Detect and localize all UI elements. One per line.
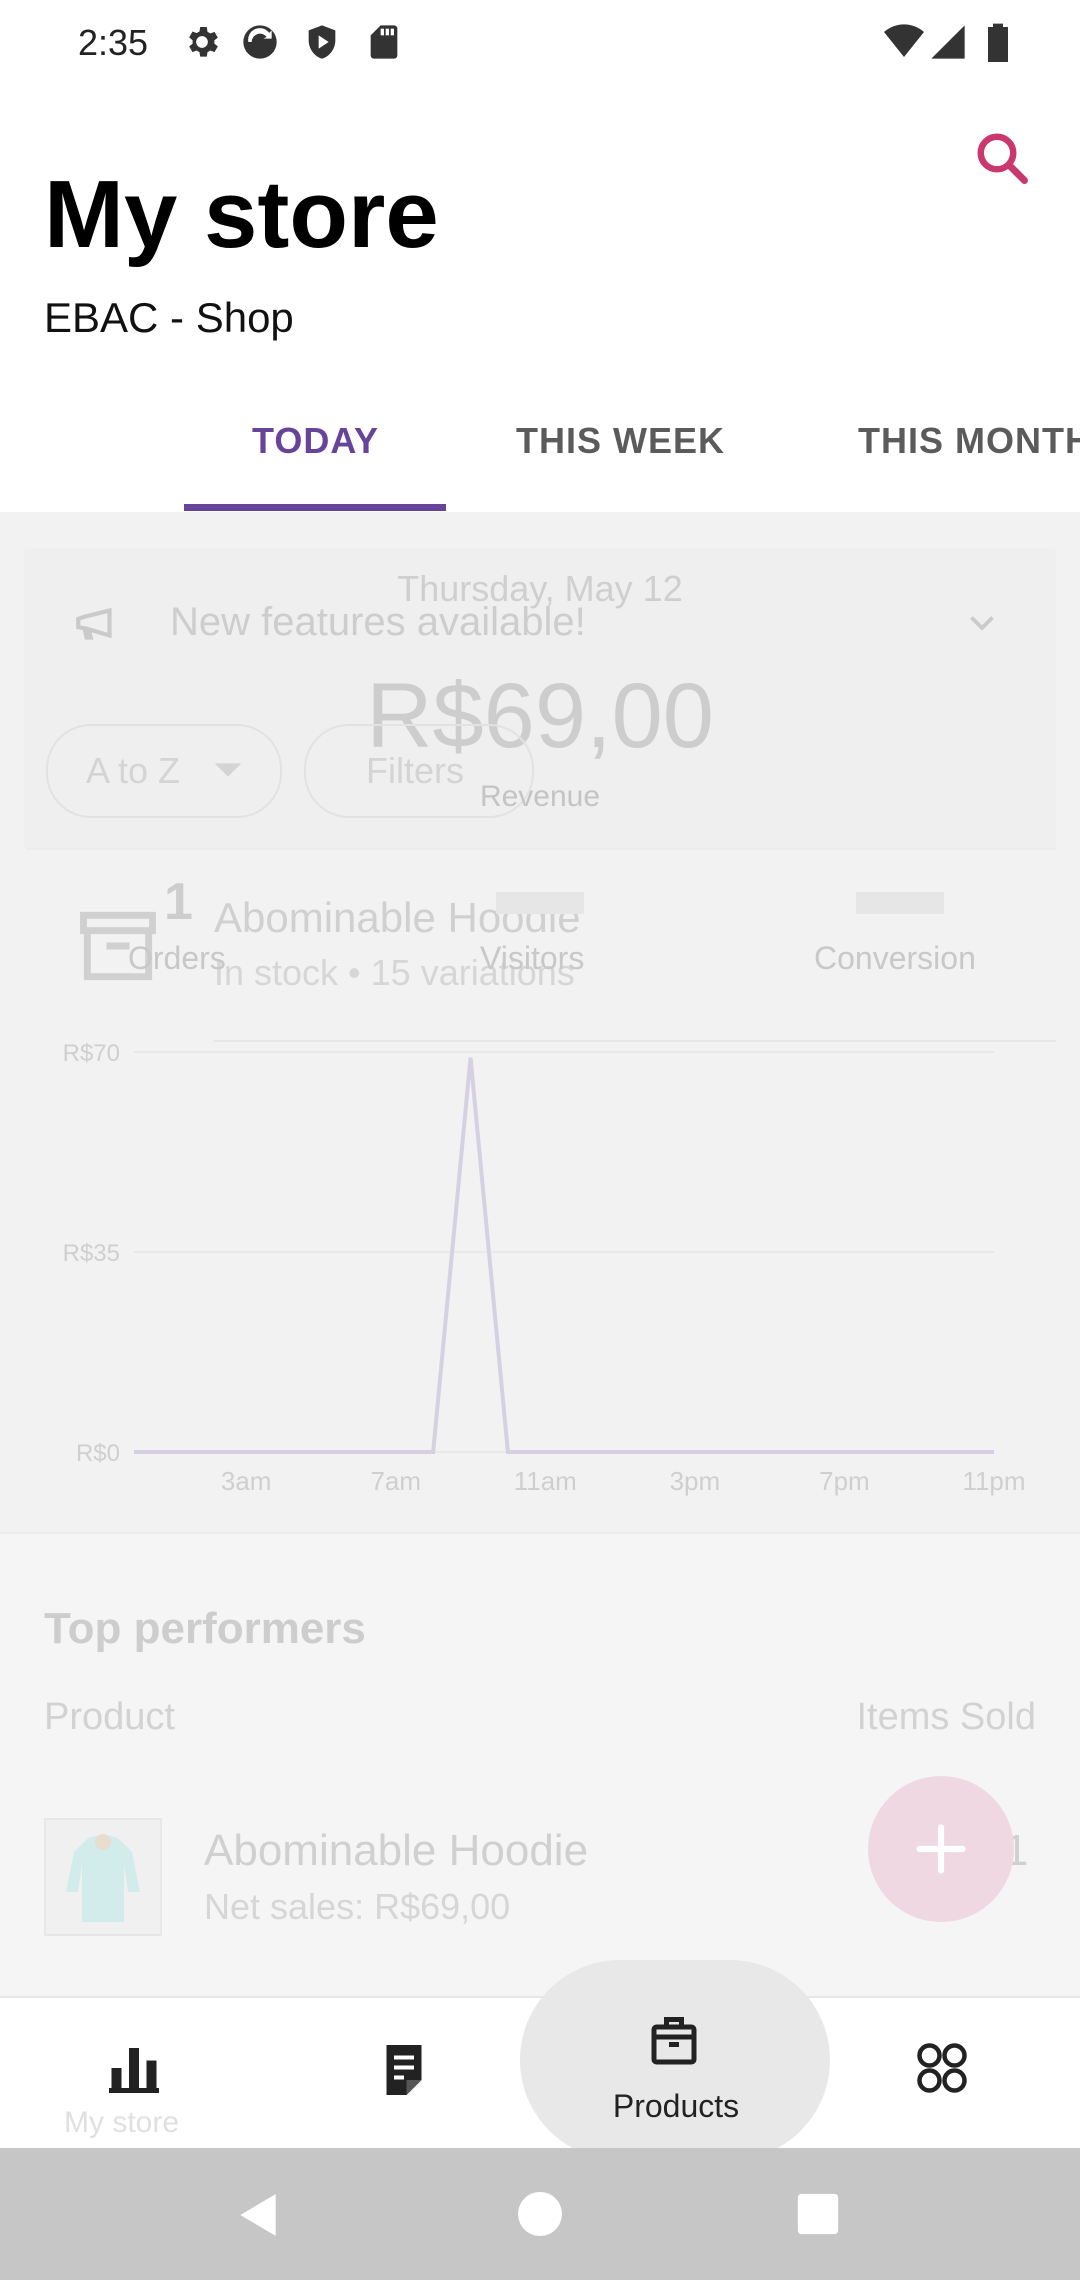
recents-icon[interactable] xyxy=(796,2192,840,2236)
revenue-chart: R$70 R$35 R$0 3am 7am 11am 3pm 7pm 11pm xyxy=(63,1040,1026,1496)
orders-icon[interactable] xyxy=(374,2040,434,2100)
wifi-icon xyxy=(884,24,924,57)
chart-y-tick-label: R$0 xyxy=(76,1440,120,1467)
divider xyxy=(26,848,1056,850)
status-time: 2:35 xyxy=(78,22,149,63)
orders-label: Orders xyxy=(128,940,226,976)
column-header-product: Product xyxy=(44,1696,175,1738)
grid-icon[interactable] xyxy=(912,2038,972,2098)
sync-icon xyxy=(243,25,277,59)
nav-label-products[interactable]: Products xyxy=(556,2088,796,2125)
products-icon[interactable] xyxy=(644,2012,704,2072)
chart-x-tick-label: 11am xyxy=(514,1466,577,1496)
chart-x-tick-label: 7am xyxy=(370,1466,421,1496)
section-divider xyxy=(0,1532,1080,1534)
home-icon[interactable] xyxy=(516,2190,564,2238)
column-header-items-sold: Items Sold xyxy=(856,1696,1036,1738)
gear-icon xyxy=(189,27,218,57)
top-product-name[interactable]: Abominable Hoodie xyxy=(204,1826,588,1876)
chart-x-tick-label: 3pm xyxy=(670,1466,721,1496)
tab-this-month[interactable]: THIS MONTH xyxy=(858,420,1080,462)
conversion-label: Conversion xyxy=(814,940,976,976)
chart-x-tick-label: 3am xyxy=(221,1466,272,1496)
tab-today[interactable]: TODAY xyxy=(252,420,379,462)
top-product-net-sales: Net sales: R$69,00 xyxy=(204,1886,511,1927)
bar-chart-icon[interactable] xyxy=(104,2038,164,2098)
hoodie-image xyxy=(66,1834,140,1922)
top-performers-title: Top performers xyxy=(44,1604,366,1653)
nav-label-my-store[interactable]: My store xyxy=(64,2106,179,2140)
chart-x-tick-label: 11pm xyxy=(962,1466,1025,1496)
orders-value: 1 xyxy=(164,873,193,931)
shield-icon xyxy=(308,25,336,59)
chart-y-tick-label: R$70 xyxy=(63,1040,120,1067)
back-icon[interactable] xyxy=(234,2190,284,2240)
visitors-placeholder xyxy=(496,892,584,914)
sd-card-icon xyxy=(370,25,398,59)
chart-y-tick-label: R$35 xyxy=(63,1240,120,1267)
store-name: EBAC - Shop xyxy=(44,294,294,341)
tab-indicator xyxy=(184,504,446,511)
conversion-placeholder xyxy=(856,892,944,914)
search-icon[interactable] xyxy=(972,128,1032,188)
date-label: Thursday, May 12 xyxy=(397,568,683,609)
dropdown-arrow-icon xyxy=(214,763,242,777)
visitors-label: Visitors xyxy=(480,940,585,976)
chart-series-revenue xyxy=(134,1057,994,1454)
tab-this-week[interactable]: THIS WEEK xyxy=(516,420,725,462)
page-title: My store xyxy=(44,161,439,268)
battery-icon xyxy=(988,23,1008,62)
chart-x-tick-label: 7pm xyxy=(819,1466,870,1496)
plus-icon xyxy=(916,1824,966,1874)
revenue-label: Revenue xyxy=(479,780,601,813)
signal-icon xyxy=(931,25,965,59)
product-thumbnail[interactable] xyxy=(44,1818,162,1936)
